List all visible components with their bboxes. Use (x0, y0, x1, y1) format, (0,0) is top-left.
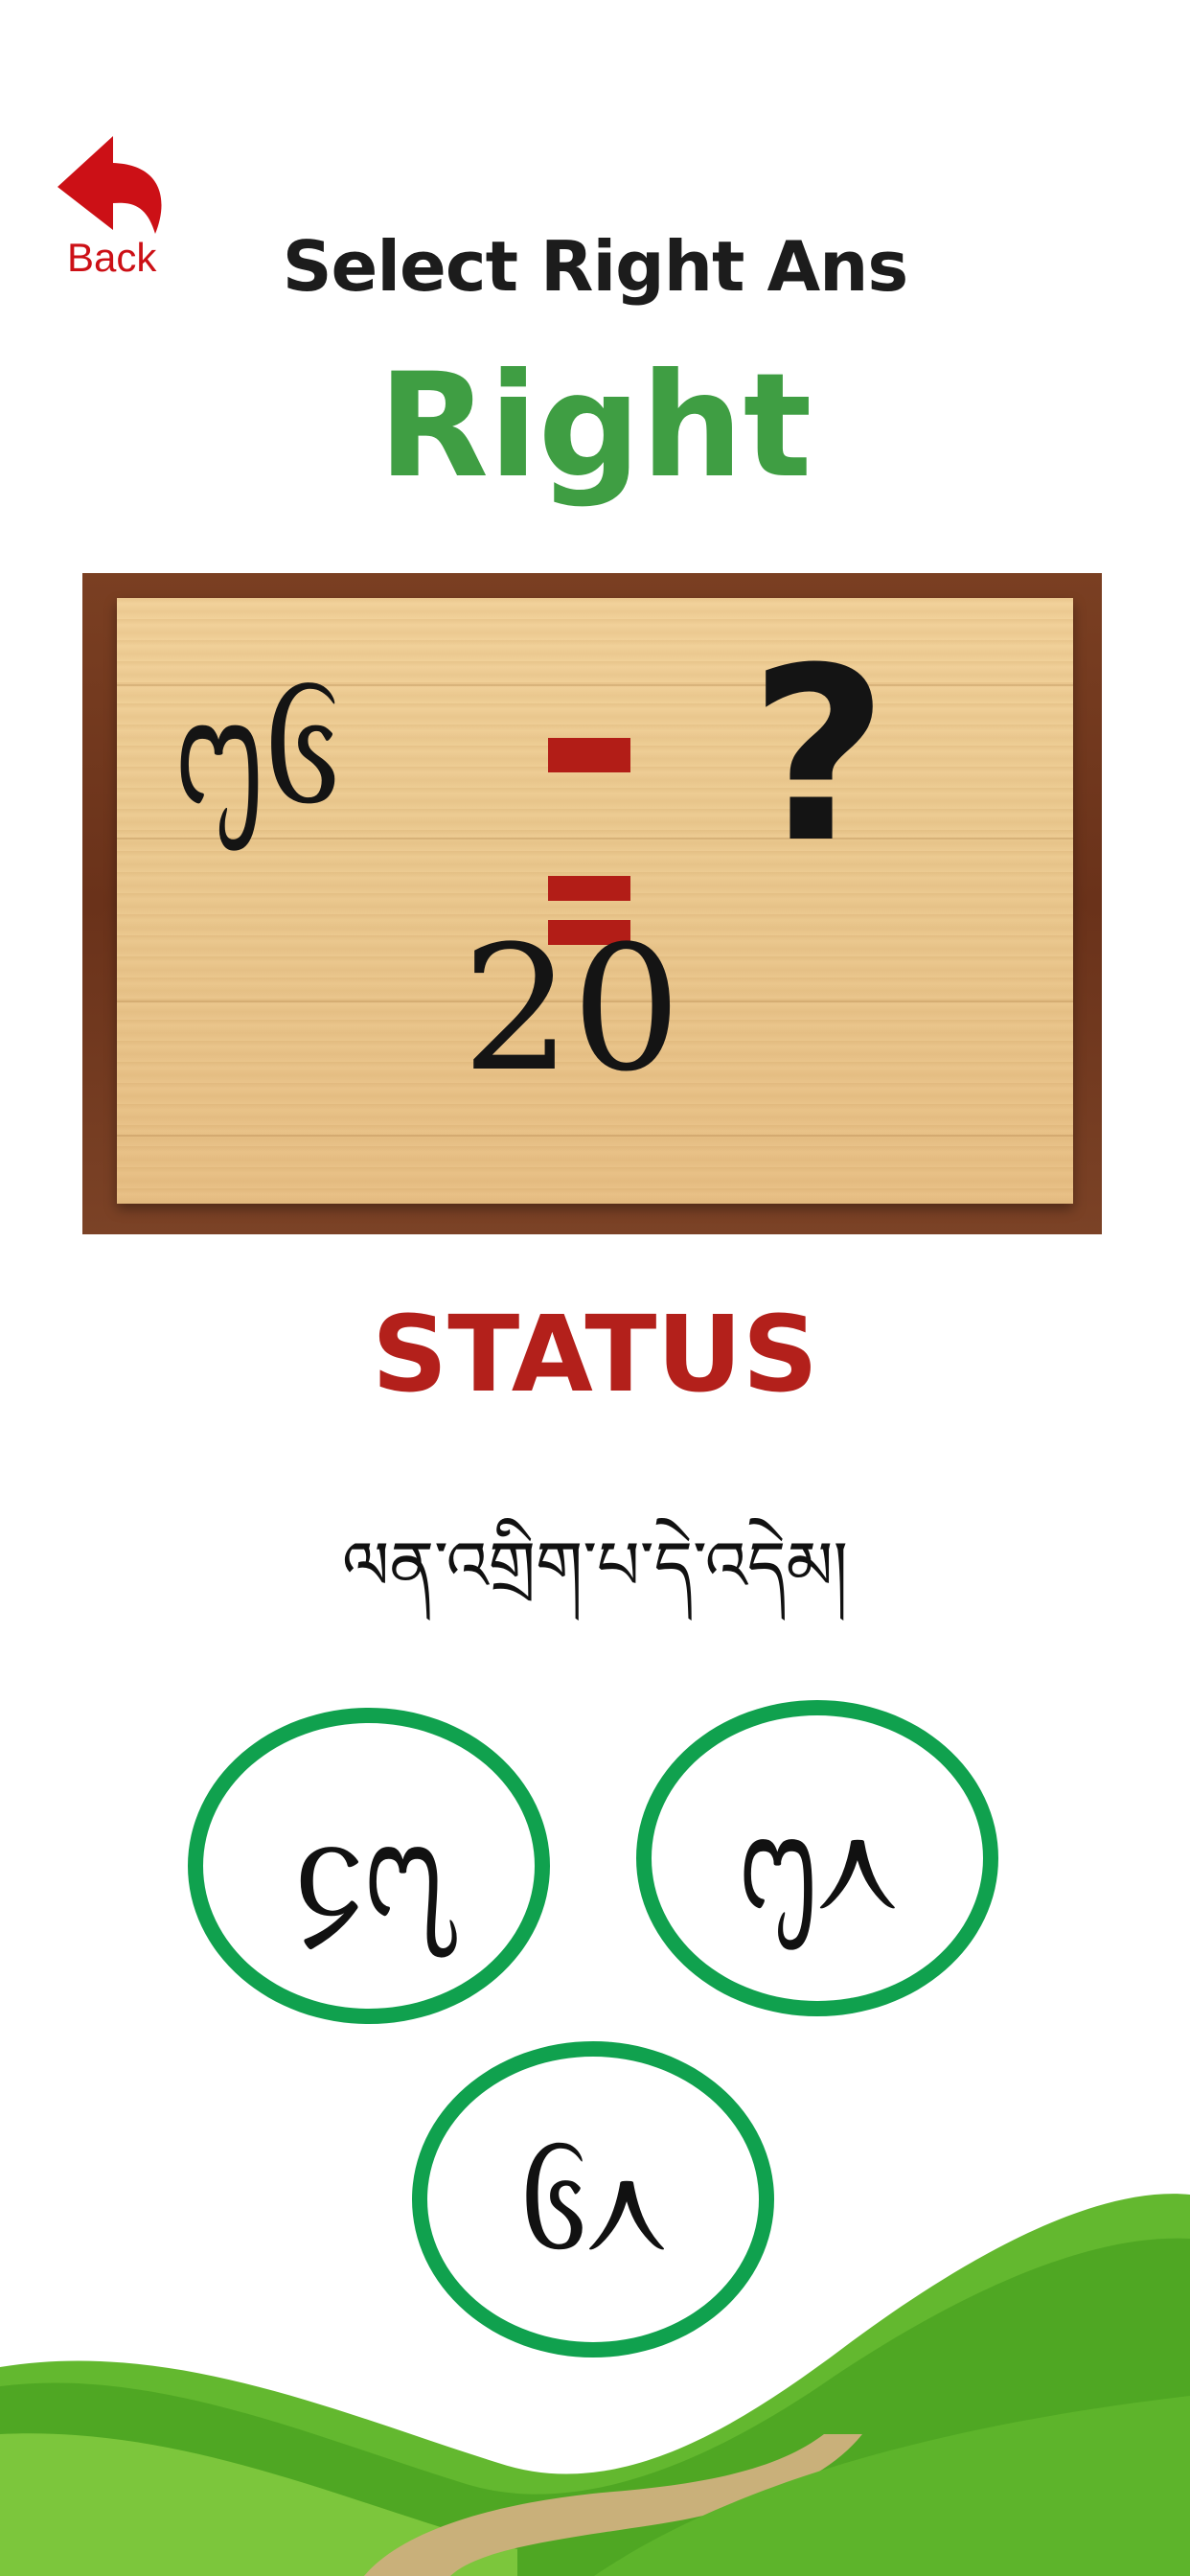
answer-option-1-label: ᧔᧗ (294, 1782, 444, 1949)
status-message: ལན་འགྲིག་པ་དེ་འདེམ། (341, 1527, 849, 1605)
answer-option-3[interactable]: ᧖᧘ (412, 2041, 774, 2358)
question-mark: ? (749, 616, 889, 895)
plank-line (117, 1135, 1073, 1137)
answer-option-3-label: ᧖᧘ (520, 2116, 666, 2283)
result-text: Right (378, 343, 812, 510)
equals-sign-top (548, 876, 630, 901)
back-arrow-icon (57, 136, 162, 234)
minus-sign (548, 738, 630, 772)
page-title: Select Right Ans (282, 226, 909, 307)
answer-option-2-label: ᧕᧘ (738, 1775, 897, 1942)
operand-number: ᧕᧖ (174, 652, 341, 841)
answer-option-2[interactable]: ᧕᧘ (636, 1700, 998, 2016)
question-board: ᧕᧖ ? 20 (117, 598, 1073, 1204)
answer-option-1[interactable]: ᧔᧗ (188, 1708, 550, 2024)
status-label: STATUS (372, 1293, 818, 1415)
result-number: 20 (462, 909, 682, 1110)
